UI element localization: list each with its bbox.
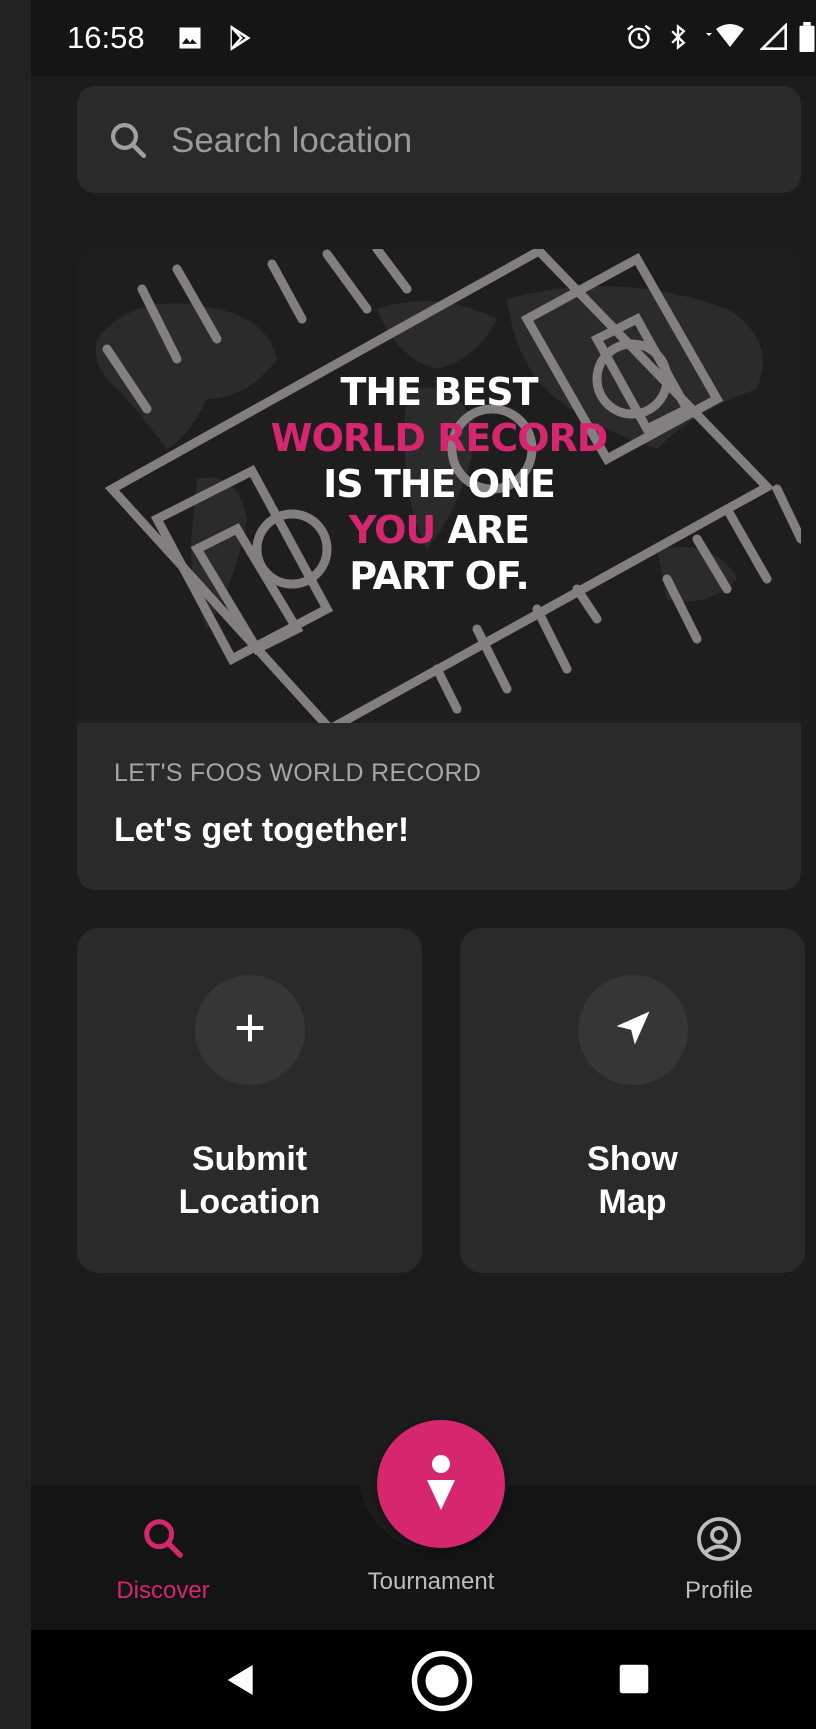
- card-title: Let's get together!: [114, 811, 410, 849]
- nav-profile-label: Profile: [684, 1577, 754, 1604]
- account-circle-icon: [695, 1515, 743, 1565]
- nav-discover-label: Discover: [116, 1577, 210, 1604]
- play-store-icon: [226, 24, 254, 57]
- home-icon[interactable]: [409, 1648, 475, 1719]
- plus-icon-circle: [195, 975, 305, 1085]
- status-time: 16:58: [67, 20, 145, 55]
- system-navigation-bar: [31, 1630, 816, 1729]
- slogan-line-5: PART OF.: [349, 554, 530, 598]
- app-screen: 16:58 Search location THE BEST WORLD REC…: [31, 0, 816, 1729]
- nav-discover[interactable]: Discover: [73, 1515, 253, 1605]
- card-eyebrow: LET'S FOOS WORLD RECORD: [114, 759, 482, 787]
- search-input[interactable]: [169, 86, 773, 195]
- slogan-line-1: THE BEST: [340, 370, 538, 414]
- back-icon[interactable]: [221, 1660, 261, 1705]
- nav-tournament[interactable]: Tournament: [341, 1568, 521, 1596]
- navigation-icon-circle: [578, 975, 688, 1085]
- navigation-arrow-icon: [611, 1006, 655, 1055]
- slogan-line-4: YOU ARE: [77, 507, 801, 553]
- status-bar: 16:58: [31, 0, 816, 76]
- search-icon: [107, 119, 149, 166]
- submit-location-label: Submit Location: [178, 1140, 321, 1221]
- banner-slogan: THE BEST WORLD RECORD IS THE ONE YOU ARE…: [77, 369, 801, 599]
- alarm-icon: [624, 22, 654, 57]
- show-map-label: Show Map: [587, 1140, 678, 1221]
- nav-tournament-label: Tournament: [367, 1568, 495, 1595]
- slogan-highlight: YOU: [348, 508, 436, 552]
- search-icon: [140, 1515, 186, 1565]
- slogan-line-3: IS THE ONE: [323, 462, 556, 506]
- signal-icon: [759, 22, 788, 56]
- submit-location-button[interactable]: Submit Location: [77, 928, 422, 1273]
- plus-icon: [230, 1008, 270, 1053]
- banner-image: THE BEST WORLD RECORD IS THE ONE YOU ARE…: [77, 249, 801, 723]
- battery-icon: [798, 22, 816, 57]
- recents-icon[interactable]: [615, 1660, 653, 1703]
- slogan-line-2: WORLD RECORD: [270, 416, 609, 460]
- wifi-icon: [702, 23, 750, 56]
- slogan-line-4-rest: ARE: [435, 508, 530, 552]
- foosball-player-icon: [419, 1452, 463, 1517]
- show-map-button[interactable]: Show Map: [460, 928, 805, 1273]
- world-record-card[interactable]: THE BEST WORLD RECORD IS THE ONE YOU ARE…: [77, 249, 801, 890]
- tournament-fab-button[interactable]: [377, 1420, 505, 1548]
- bluetooth-icon: [664, 22, 692, 57]
- search-bar[interactable]: [77, 86, 801, 195]
- image-icon: [176, 24, 204, 57]
- nav-profile[interactable]: Profile: [629, 1515, 809, 1605]
